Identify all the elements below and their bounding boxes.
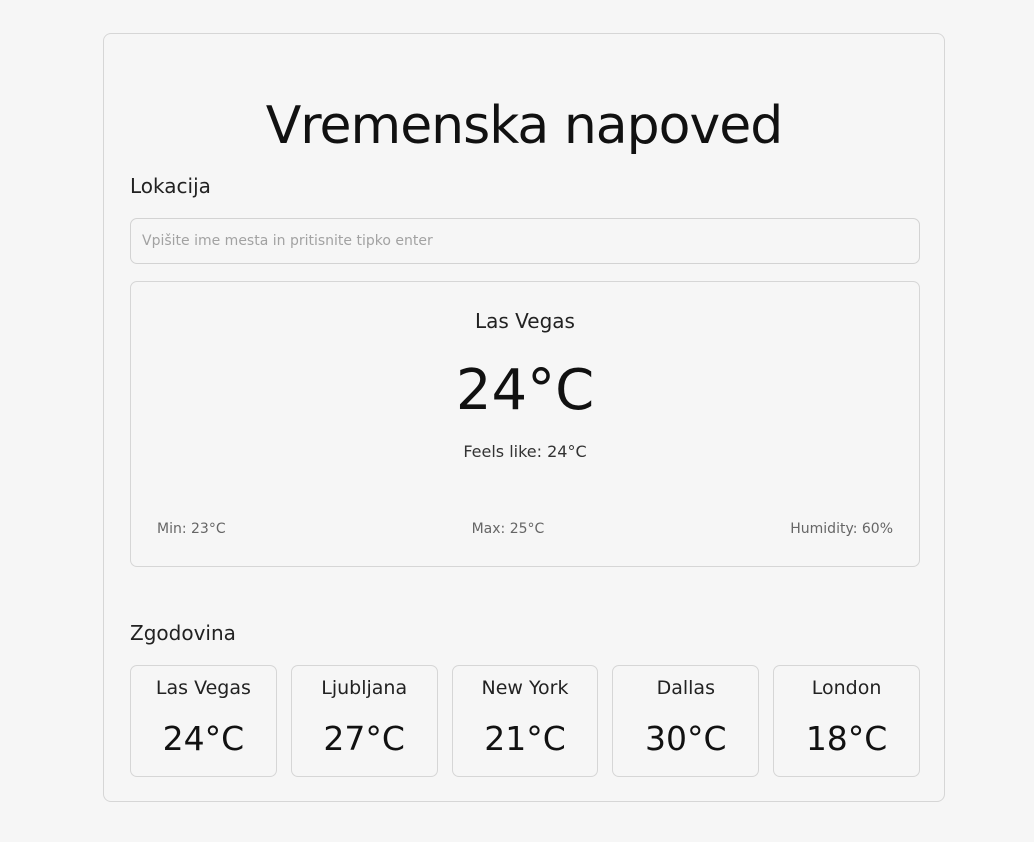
history-temperature: 18°C (805, 719, 888, 758)
max-temperature: Max: 25°C (471, 521, 545, 537)
history-city: Dallas (656, 677, 715, 699)
page-title: Vremenska napoved (265, 96, 784, 156)
city-search-input[interactable] (130, 218, 920, 264)
history-card-new-york[interactable]: New York 21°C (451, 665, 599, 777)
history-card-las-vegas[interactable]: Las Vegas 24°C (130, 665, 277, 777)
history-city: New York (481, 677, 569, 699)
history-card-london[interactable]: London 18°C (773, 665, 920, 777)
history-card-ljubljana[interactable]: Ljubljana 27°C (290, 665, 438, 777)
history-temperature: 21°C (484, 719, 566, 758)
history-label: Zgodovina (130, 621, 236, 645)
feels-like: Feels like: 24°C (463, 442, 587, 461)
current-temperature: 24°C (455, 358, 595, 423)
humidity: Humidity: 60% (790, 521, 893, 537)
current-weather-card: Las Vegas 24°C Feels like: 24°C Min: 23°… (130, 281, 920, 567)
history-card-dallas[interactable]: Dallas 30°C (612, 665, 760, 777)
location-label: Lokacija (130, 174, 211, 198)
history-temperature: 27°C (323, 719, 405, 758)
history-city: Las Vegas (155, 677, 251, 699)
history-city: London (811, 677, 882, 699)
current-city: Las Vegas (475, 309, 575, 333)
min-temperature: Min: 23°C (157, 521, 226, 537)
weather-stats: Min: 23°C Max: 25°C Humidity: 60% (157, 522, 893, 536)
history-temperature: 30°C (645, 719, 727, 758)
history-city: Ljubljana (321, 677, 408, 699)
history-list: Las Vegas 24°C Ljubljana 27°C New York 2… (130, 665, 920, 777)
history-temperature: 24°C (162, 719, 245, 758)
weather-app-container: Vremenska napoved Lokacija Las Vegas 24°… (103, 33, 945, 802)
